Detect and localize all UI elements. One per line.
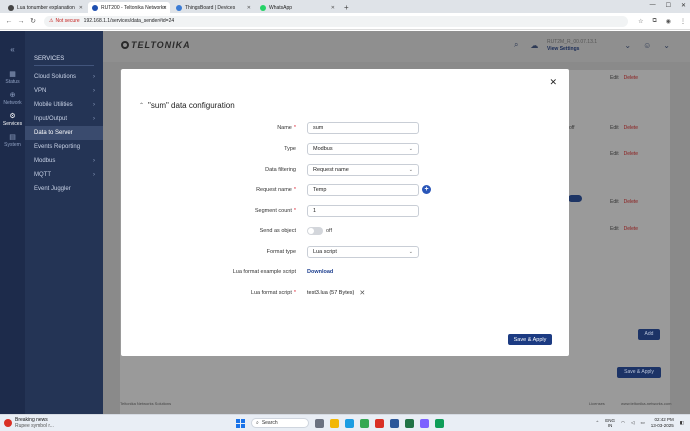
save-apply-button[interactable]: Save & Apply xyxy=(508,334,552,345)
modal-title[interactable]: ⌃ "sum" data configuration xyxy=(139,101,235,110)
tab-favicon-icon xyxy=(92,4,98,11)
wifi-icon[interactable]: ◠ xyxy=(621,420,625,426)
extensions-icon[interactable]: ⧉ xyxy=(652,18,656,25)
task-view-icon[interactable] xyxy=(315,418,324,428)
download-link[interactable]: Download xyxy=(307,269,333,275)
chevron-down-icon: ⌄ xyxy=(408,145,413,152)
field-row-request-name: Request name * Temp + xyxy=(121,183,569,196)
forward-icon[interactable]: → xyxy=(16,18,26,25)
field-row-type: Type Modbus ⌄ xyxy=(121,142,569,155)
back-icon[interactable]: ← xyxy=(4,18,14,25)
data-configuration-modal: ✕ ⌃ "sum" data configuration Name * sum T… xyxy=(121,69,569,356)
minimize-icon[interactable]: — xyxy=(650,2,656,9)
chrome-icon[interactable] xyxy=(360,418,369,428)
volume-icon[interactable]: ◁ xyxy=(631,420,634,426)
browser-tab-bar: Lua tonumber explanation ✕ RUT200 - Telt… xyxy=(0,0,690,13)
send-as-object-toggle[interactable]: off xyxy=(307,226,332,235)
chevron-down-icon: ⌄ xyxy=(408,248,413,255)
tab-close-icon[interactable]: ✕ xyxy=(331,5,335,11)
tab-label: WhatsApp xyxy=(269,4,293,11)
tab-label: RUT200 - Teltonika Networks xyxy=(101,4,166,11)
field-row-lua-example: Lua format example script Download xyxy=(232,268,334,275)
menu-icon[interactable]: ⋮ xyxy=(680,18,686,25)
tab-favicon-icon xyxy=(176,4,182,11)
store-icon[interactable] xyxy=(420,418,429,428)
clock[interactable]: 02:42 PM 13-03-2025 xyxy=(651,417,674,429)
system-tray: ⌃ ENG IN ◠ ◁ ▭ 02:42 PM 13-03-2025 ◧ xyxy=(595,417,684,429)
search-icon: ⌕ xyxy=(256,420,259,426)
segment-count-input[interactable]: 1 xyxy=(307,204,419,217)
type-select[interactable]: Modbus ⌄ xyxy=(307,142,419,155)
field-row-data-filtering: Data filtering Request name ⌄ xyxy=(121,163,569,176)
profile-icon[interactable]: ◉ xyxy=(666,18,671,25)
add-request-icon[interactable]: + xyxy=(422,184,431,194)
field-row-lua-script: Lua format script * test3.lua (57 Bytes) … xyxy=(250,289,366,297)
windows-taskbar: Breaking news Rupee symbol r... ⌕ Search … xyxy=(0,414,690,431)
edge-icon[interactable] xyxy=(345,418,354,428)
name-input[interactable]: sum xyxy=(307,121,419,134)
tab-favicon-icon xyxy=(8,4,14,11)
url-text: 192.168.1.1/services/data_sender#id=24 xyxy=(83,18,175,24)
word-icon[interactable] xyxy=(390,418,399,428)
remove-file-icon[interactable]: ✕ xyxy=(359,289,365,297)
field-row-segment-count: Segment count * 1 xyxy=(121,204,569,217)
address-bar: ← → ↻ ⚠ Not secure 192.168.1.1/services/… xyxy=(0,13,690,30)
browser-toolbar: ☆ ⧉ ◉ ⋮ xyxy=(638,18,686,25)
battery-icon[interactable]: ▭ xyxy=(640,420,644,426)
chevron-down-icon: ⌄ xyxy=(408,166,413,173)
file-explorer-icon[interactable] xyxy=(330,418,339,428)
tab-label: Lua tonumber explanation xyxy=(17,4,75,11)
tab-label: ThingsBoard | Devices xyxy=(185,4,236,11)
browser-tab[interactable]: ThingsBoard | Devices ✕ xyxy=(172,2,254,13)
window-controls: — ☐ ✕ xyxy=(650,2,686,9)
field-row-format-type: Format type Lua script ⌄ xyxy=(121,245,569,258)
news-icon xyxy=(4,419,12,427)
new-tab-button[interactable]: + xyxy=(340,2,353,13)
app-icon[interactable] xyxy=(435,418,444,428)
windows-start-icon[interactable] xyxy=(236,418,245,428)
star-icon[interactable]: ☆ xyxy=(638,18,643,25)
reload-icon[interactable]: ↻ xyxy=(28,17,38,25)
acrobat-icon[interactable] xyxy=(375,418,384,428)
format-type-select[interactable]: Lua script ⌄ xyxy=(307,245,419,258)
tab-close-icon[interactable]: ✕ xyxy=(247,5,251,11)
close-icon[interactable]: ✕ xyxy=(549,77,557,88)
warning-icon: ⚠ xyxy=(49,18,54,24)
field-row-send-as-object: Send as object off xyxy=(259,226,333,235)
excel-icon[interactable] xyxy=(405,418,414,428)
news-widget[interactable]: Breaking news Rupee symbol r... xyxy=(4,417,54,429)
maximize-icon[interactable]: ☐ xyxy=(666,2,671,9)
taskbar-apps: ⌕ Search xyxy=(236,418,444,428)
browser-tab[interactable]: Lua tonumber explanation ✕ xyxy=(4,2,86,13)
data-filtering-select[interactable]: Request name ⌄ xyxy=(307,163,419,176)
close-window-icon[interactable]: ✕ xyxy=(681,2,686,9)
field-row-name: Name * sum xyxy=(121,121,569,134)
chevron-up-icon[interactable]: ⌃ xyxy=(595,420,599,426)
browser-tab[interactable]: WhatsApp ✕ xyxy=(256,2,338,13)
lua-script-file: test3.lua (57 Bytes) ✕ xyxy=(307,289,366,297)
url-input[interactable]: ⚠ Not secure 192.168.1.1/services/data_s… xyxy=(44,15,629,27)
modal-overlay: ✕ ⌃ "sum" data configuration Name * sum T… xyxy=(0,31,690,414)
tab-close-icon[interactable]: ✕ xyxy=(79,5,83,11)
chevron-up-icon[interactable]: ⌃ xyxy=(139,102,144,109)
taskbar-search[interactable]: ⌕ Search xyxy=(251,418,309,428)
request-name-input[interactable]: Temp xyxy=(307,183,419,196)
notification-icon[interactable]: ◧ xyxy=(680,420,684,426)
tab-favicon-icon xyxy=(260,4,266,11)
not-secure-badge[interactable]: ⚠ Not secure xyxy=(49,18,80,24)
tab-close-icon[interactable]: ✕ xyxy=(163,5,167,11)
browser-tab-active[interactable]: RUT200 - Teltonika Networks ✕ xyxy=(88,2,170,13)
language-indicator[interactable]: ENG IN xyxy=(605,418,615,428)
